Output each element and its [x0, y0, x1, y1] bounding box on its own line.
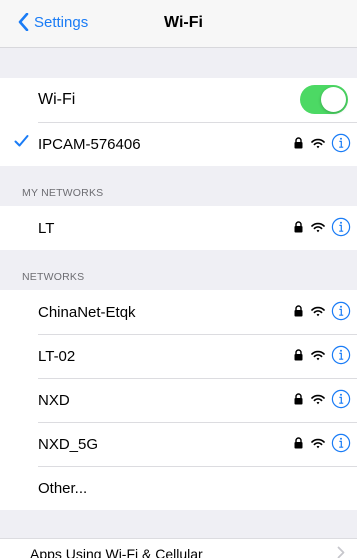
networks-group: ChinaNet-Etqk LT-02 NXD NXD_5G Other... [0, 290, 357, 510]
wifi-signal-icon [311, 350, 325, 360]
info-icon[interactable] [331, 217, 351, 237]
info-icon[interactable] [331, 133, 351, 153]
wifi-label: Wi-Fi [38, 91, 76, 108]
wifi-group: Wi-Fi IPCAM-576406 [0, 78, 357, 166]
network-row-chinanet-etqk[interactable]: ChinaNet-Etqk [0, 290, 357, 334]
navigation-bar: Settings Wi-Fi [0, 0, 357, 48]
page-title: Wi-Fi [164, 14, 203, 31]
network-name: NXD_5G [38, 435, 99, 453]
network-name: LT [38, 219, 55, 237]
my-networks-header: MY NETWORKS [22, 187, 104, 199]
wifi-signal-icon [311, 306, 325, 316]
other-label: Other... [38, 479, 88, 497]
wifi-signal-icon [311, 394, 325, 404]
connected-network-name: IPCAM-576406 [38, 135, 141, 153]
info-icon[interactable] [331, 301, 351, 321]
lock-icon [294, 437, 303, 449]
wifi-toggle-row: Wi-Fi [0, 78, 357, 122]
toggle-knob [321, 87, 346, 112]
chevron-right-icon [337, 546, 345, 558]
network-icons [294, 301, 351, 321]
apps-using-wifi-cellular-row[interactable]: Apps Using Wi-Fi & Cellular [0, 538, 357, 558]
wifi-signal-icon [311, 222, 325, 232]
info-icon[interactable] [331, 345, 351, 365]
wifi-toggle[interactable] [300, 85, 348, 114]
lock-icon [294, 221, 303, 233]
lock-icon [294, 349, 303, 361]
apps-row-label: Apps Using Wi-Fi & Cellular [30, 545, 203, 558]
network-icons [294, 433, 351, 453]
my-networks-group: LT [0, 206, 357, 250]
other-network-row[interactable]: Other... [0, 466, 357, 510]
network-name: LT-02 [38, 347, 76, 365]
info-icon[interactable] [331, 433, 351, 453]
network-name: ChinaNet-Etqk [38, 303, 136, 321]
checkmark-icon [14, 135, 29, 147]
network-row-nxd-5g[interactable]: NXD_5G [0, 422, 357, 466]
network-row-lt[interactable]: LT [0, 206, 357, 250]
network-icons [294, 217, 351, 237]
lock-icon [294, 393, 303, 405]
network-icons [294, 345, 351, 365]
network-icons [294, 389, 351, 409]
wifi-signal-icon [311, 438, 325, 448]
info-icon[interactable] [331, 389, 351, 409]
network-row-lt-02[interactable]: LT-02 [0, 334, 357, 378]
networks-header: NETWORKS [22, 271, 85, 283]
wifi-signal-icon [311, 138, 325, 148]
lock-icon [294, 137, 303, 149]
network-icons [294, 133, 351, 153]
connected-network-row[interactable]: IPCAM-576406 [0, 122, 357, 166]
lock-icon [294, 305, 303, 317]
network-name: NXD [38, 391, 70, 409]
network-row-nxd[interactable]: NXD [0, 378, 357, 422]
